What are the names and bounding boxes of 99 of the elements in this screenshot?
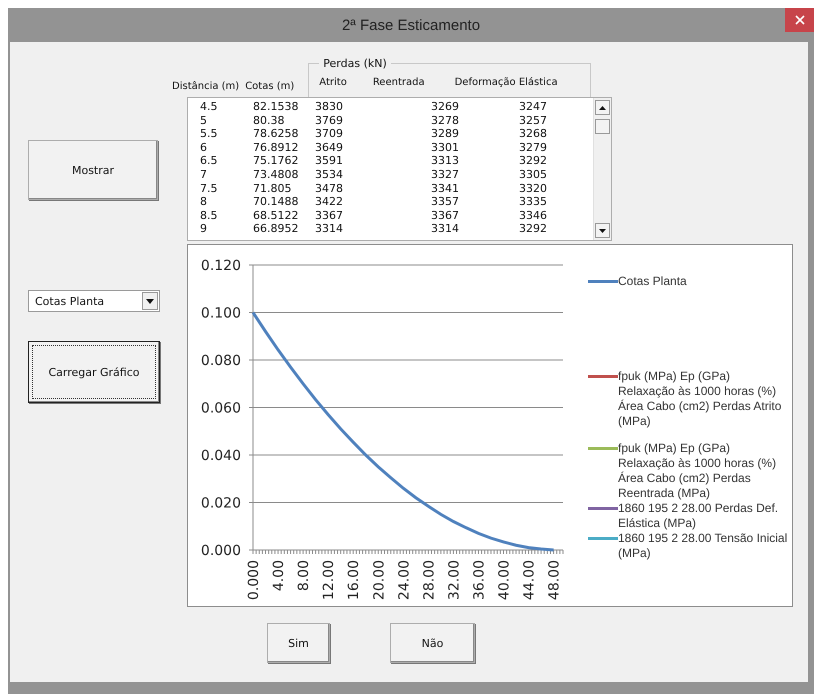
axis-label: 40.00	[496, 560, 512, 600]
column-header: Reentrada	[372, 77, 425, 90]
table-cell-text: 3320	[518, 182, 548, 196]
table-cell-text: 3335	[518, 195, 548, 209]
table-cell-text: 3367	[314, 208, 344, 222]
table-cell-text: 3257	[518, 114, 548, 128]
axis-label: 28.00	[421, 560, 438, 600]
axis-label: 0.040	[200, 448, 241, 464]
axis-label: 12.00	[321, 560, 338, 600]
axis-label: 32.00	[446, 560, 462, 600]
load-chart-button[interactable]: Carregar Gráfico	[28, 341, 160, 403]
table-cell-text: 4.5	[199, 100, 218, 114]
legend-label: 1860 195 2 28.00 Tensão Inicial (MPa)	[618, 531, 788, 561]
close-button[interactable]	[785, 8, 814, 32]
table-cell-text: 3478	[314, 182, 344, 196]
table-cell-text: 71.805	[253, 182, 292, 196]
dropdown-button[interactable]	[142, 292, 158, 310]
table-cell-text: 3314	[430, 222, 460, 236]
table-cell-text: 3534	[314, 168, 344, 182]
table-cell-text: 3278	[430, 114, 460, 128]
table-cell-text: 5	[199, 114, 208, 128]
axis-label: 0.080	[200, 353, 241, 369]
table-cell-text: 3305	[518, 168, 548, 182]
table-cell-text: 3830	[314, 100, 344, 114]
legend-label: Cotas Planta	[618, 274, 687, 289]
scroll-up-button[interactable]	[595, 100, 610, 115]
axis-label: 44.00	[522, 560, 538, 600]
axis-label: 24.00	[396, 560, 412, 600]
table-cell-text: 3247	[518, 100, 548, 114]
scroll-down-button[interactable]	[595, 223, 610, 238]
table-cell-text: 3292	[518, 154, 548, 168]
table-cell-text: 3422	[314, 195, 344, 209]
table-cell-text: 3357	[430, 195, 460, 209]
chart-select[interactable]: Cotas Planta	[28, 290, 160, 312]
caret-icon	[146, 298, 154, 304]
axis-label: 0.120	[200, 258, 241, 274]
table-cell-text: 7	[199, 168, 208, 182]
table-cell-text: 66.8952	[253, 222, 300, 236]
table-cell-text: 75.1762	[253, 154, 300, 168]
axis-label: 0.000	[246, 560, 262, 600]
table-cell-text: 3279	[518, 140, 548, 154]
table-cell-text: 6	[199, 140, 208, 154]
table-cell-text: 3268	[518, 127, 548, 141]
column-header: Cotas (m)	[245, 81, 294, 94]
scroll-thumb[interactable]	[595, 119, 610, 134]
table-cell-text: 3341	[430, 182, 460, 196]
column-header: Atrito	[319, 77, 347, 90]
dialog-button[interactable]: Sim	[267, 623, 330, 663]
axis-label: 36.00	[471, 560, 488, 600]
table-cell-text: 3649	[314, 140, 344, 154]
table-cell-text: 8.5	[199, 208, 218, 222]
axis-label: 0.000	[200, 543, 241, 559]
axis-label: 16.00	[346, 560, 362, 600]
axis-label: 8.00	[296, 560, 312, 592]
table-cell-text: 3269	[430, 100, 460, 114]
close-icon	[794, 15, 804, 25]
table-cell-text: 3289	[430, 127, 460, 141]
table-cell-text: 3591	[314, 154, 344, 168]
axis-label: 0.060	[200, 400, 241, 416]
table-cell-text: 76.8912	[253, 140, 300, 154]
table-cell-text: 3327	[430, 168, 460, 182]
table-cell-text: 3769	[314, 114, 344, 128]
up-arrow-icon	[599, 106, 606, 110]
table-cell-text: 9	[199, 222, 208, 236]
column-header: Deformação Elástica	[454, 77, 558, 90]
table-cell-text: 3367	[430, 208, 460, 222]
axis-label: 0.020	[200, 496, 241, 512]
table-cell-text: 3301	[430, 140, 460, 154]
table-cell-text: 7.5	[199, 182, 218, 196]
table-cell-text: 82.1538	[253, 100, 300, 114]
legend-label: 1860 195 2 28.00 Perdas Def. Elástica (MPa)	[618, 501, 780, 531]
axis-label: 20.00	[371, 560, 388, 600]
table-cell-text: 8	[199, 195, 208, 209]
table-cell-text: 78.6258	[253, 127, 300, 141]
down-arrow-icon	[599, 228, 606, 232]
scrollbar[interactable]	[593, 98, 611, 240]
show-button[interactable]: Mostrar	[28, 140, 158, 200]
axis-label: 48.00	[546, 560, 563, 600]
column-header: Distância (m)	[172, 81, 240, 94]
table-cell-text: 80.38	[253, 114, 286, 128]
legend-label: fpuk (MPa) Ep (GPa) Relaxação às 1000 horas (%) Área Cabo (cm2) Perdas Atrito (MPa)	[618, 369, 782, 429]
table-cell-text: 3346	[518, 208, 548, 222]
table-cell-text: 3292	[518, 222, 548, 236]
table-cell-text: 3313	[430, 154, 460, 168]
dialog-button[interactable]: Não	[390, 623, 475, 663]
data-list[interactable]	[187, 97, 612, 241]
table-cell-text: 3709	[314, 127, 344, 141]
table-cell-text: 68.5122	[253, 208, 300, 222]
table-cell-text: 70.1488	[253, 195, 300, 209]
group-label: Perdas (kN)	[322, 57, 388, 70]
window-title: 2ª Fase Esticamento	[342, 16, 480, 34]
table-cell-text: 73.4808	[253, 168, 300, 182]
axis-label: 0.100	[200, 306, 241, 322]
axis-label: 4.00	[271, 560, 288, 592]
table-cell-text: 6.5	[199, 154, 218, 168]
table-cell-text: 3314	[314, 222, 344, 236]
table-cell-text: 5.5	[199, 127, 218, 141]
select-value: Cotas Planta	[34, 294, 106, 308]
legend-label: fpuk (MPa) Ep (GPa) Relaxação às 1000 horas (%) Área Cabo (cm2) Perdas Reentrada (MPa)	[618, 441, 778, 501]
